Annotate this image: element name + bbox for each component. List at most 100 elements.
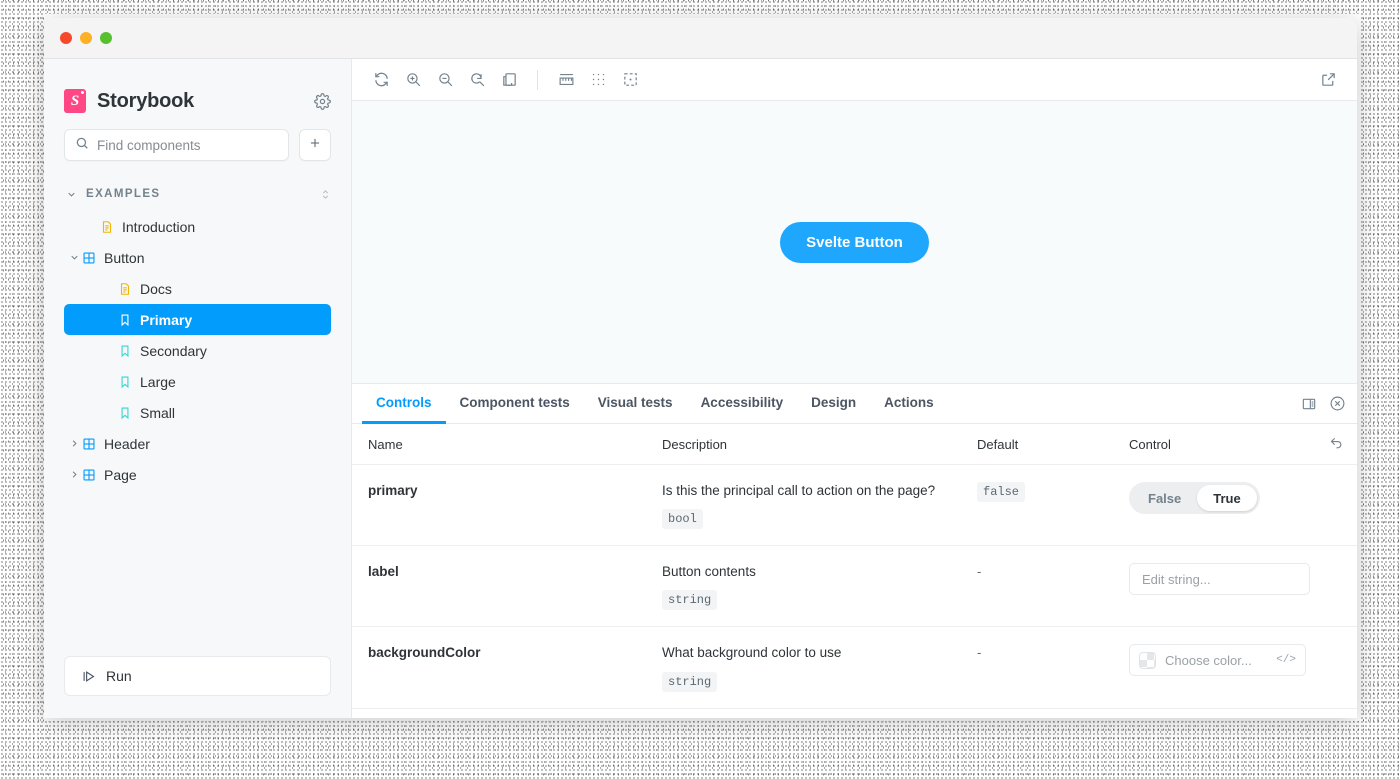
- sidebar-item-small[interactable]: Small: [64, 397, 331, 428]
- add-component-button[interactable]: [299, 129, 331, 161]
- grid-icon[interactable]: [583, 66, 613, 94]
- zoom-out-icon[interactable]: [430, 66, 460, 94]
- color-swatch[interactable]: [1139, 651, 1156, 669]
- run-button-label: Run: [106, 668, 132, 684]
- tab-accessibility[interactable]: Accessibility: [687, 384, 798, 424]
- gear-icon[interactable]: [314, 92, 331, 110]
- main-area: Svelte Button Controls Component tests Vis…: [352, 59, 1357, 718]
- story-icon: [118, 406, 132, 420]
- undo-icon: [1329, 434, 1344, 454]
- text-control-placeholder: Edit string...: [1142, 571, 1211, 587]
- sidebar-item-label: Header: [104, 435, 150, 452]
- sidebar-search-row: Find components: [64, 129, 331, 161]
- outline-icon[interactable]: [615, 66, 645, 94]
- component-icon: [82, 251, 96, 265]
- controls-rows: primary Is this the principal call to ac…: [352, 465, 1357, 718]
- story-preview-canvas: Svelte Button: [352, 101, 1357, 384]
- arg-name: backgroundColor: [368, 645, 481, 661]
- sidebar-item-header[interactable]: Header: [64, 428, 331, 459]
- arg-description: Button contents: [662, 564, 756, 580]
- sidebar-item-button[interactable]: Button: [64, 242, 331, 273]
- arg-name: label: [368, 564, 399, 580]
- chevron-down-icon: [66, 189, 77, 200]
- boolean-option-true[interactable]: True: [1197, 485, 1257, 511]
- sidebar-item-introduction[interactable]: Introduction: [64, 211, 331, 242]
- sidebar-item-page[interactable]: Page: [64, 459, 331, 490]
- document-icon: [100, 220, 114, 234]
- color-control-placeholder: Choose color...: [1165, 652, 1252, 668]
- panel-position-icon[interactable]: [1295, 384, 1323, 423]
- boolean-toggle[interactable]: False True: [1129, 482, 1260, 514]
- tab-controls[interactable]: Controls: [362, 384, 446, 424]
- default-value: false: [977, 482, 1026, 502]
- boolean-option-false[interactable]: False: [1132, 485, 1197, 511]
- sidebar-group-examples[interactable]: EXAMPLES: [64, 183, 331, 205]
- tabbar-spacer: [948, 384, 1295, 423]
- sidebar-item-label: Introduction: [122, 218, 196, 235]
- close-circle-icon[interactable]: [1323, 384, 1351, 423]
- sidebar-item-label: Docs: [140, 280, 172, 297]
- table-row: label Button contents string - Edit stri…: [352, 546, 1357, 628]
- sidebar-group-label: EXAMPLES: [86, 188, 161, 200]
- story-icon: [118, 344, 132, 358]
- chevron-up-down-icon[interactable]: [320, 188, 331, 201]
- arg-type: string: [662, 590, 718, 611]
- toolbar-divider: [537, 69, 538, 90]
- story-icon: [118, 375, 132, 389]
- column-header-control: Control: [1129, 436, 1171, 452]
- text-control-input[interactable]: Edit string...: [1129, 563, 1310, 596]
- measure-icon[interactable]: [551, 66, 581, 94]
- window-minimize-button[interactable]: [80, 32, 92, 44]
- window-body: S Storybook Find components EXAMPLES Int…: [44, 59, 1357, 718]
- table-row: backgroundColor What background color to…: [352, 627, 1357, 709]
- chevron-right-icon[interactable]: [66, 469, 82, 480]
- component-icon: [82, 468, 96, 482]
- window-titlebar: [44, 18, 1357, 59]
- zoom-reset-icon[interactable]: [462, 66, 492, 94]
- arg-type: bool: [662, 509, 703, 530]
- sidebar-item-large[interactable]: Large: [64, 366, 331, 397]
- zoom-in-icon[interactable]: [398, 66, 428, 94]
- addon-panel: Controls Component tests Visual tests Acces…: [352, 384, 1357, 718]
- remount-icon[interactable]: [366, 66, 396, 94]
- preview-toolbar: [352, 59, 1357, 101]
- tab-design[interactable]: Design: [797, 384, 870, 424]
- sidebar-footer: Run: [64, 656, 331, 718]
- brand-title: Storybook: [97, 89, 195, 112]
- sidebar-item-secondary[interactable]: Secondary: [64, 335, 331, 366]
- tab-actions[interactable]: Actions: [870, 384, 948, 424]
- sidebar-item-primary[interactable]: Primary: [64, 304, 331, 335]
- sidebar-header: S Storybook: [64, 59, 331, 121]
- sidebar-item-label: Page: [104, 466, 137, 483]
- reset-controls-button[interactable]: [1315, 434, 1357, 454]
- sidebar-item-label: Small: [140, 404, 176, 421]
- arg-name: primary: [368, 483, 418, 498]
- play-icon: [81, 669, 96, 684]
- chevron-right-icon[interactable]: [66, 438, 82, 449]
- sidebar-item-label: Primary: [140, 311, 193, 328]
- component-icon: [82, 437, 96, 451]
- storybook-logo-icon: S: [64, 89, 86, 113]
- sidebar-item-docs[interactable]: Docs: [64, 273, 331, 304]
- window-close-button[interactable]: [60, 32, 72, 44]
- code-toggle-icon[interactable]: </>: [1276, 654, 1296, 666]
- sidebar-item-label: Large: [140, 373, 176, 390]
- backgrounds-icon[interactable]: [494, 66, 524, 94]
- default-value: -: [977, 564, 982, 580]
- document-icon: [118, 282, 132, 296]
- column-header-description: Description: [662, 436, 728, 452]
- sidebar-item-label: Secondary: [140, 342, 207, 359]
- svelte-button[interactable]: Svelte Button: [780, 221, 929, 263]
- tab-component-tests[interactable]: Component tests: [446, 384, 584, 424]
- color-control-input[interactable]: Choose color... </>: [1129, 644, 1306, 677]
- run-button[interactable]: Run: [64, 656, 331, 696]
- open-in-new-icon[interactable]: [1313, 66, 1343, 94]
- tab-visual-tests[interactable]: Visual tests: [584, 384, 687, 424]
- addon-tabbar: Controls Component tests Visual tests Acces…: [352, 384, 1357, 424]
- story-icon: [118, 313, 132, 327]
- chevron-down-icon[interactable]: [66, 252, 82, 263]
- column-header-default: Default: [977, 436, 1019, 452]
- search-input[interactable]: Find components: [64, 129, 289, 161]
- window-maximize-button[interactable]: [100, 32, 112, 44]
- arg-type: string: [662, 671, 718, 692]
